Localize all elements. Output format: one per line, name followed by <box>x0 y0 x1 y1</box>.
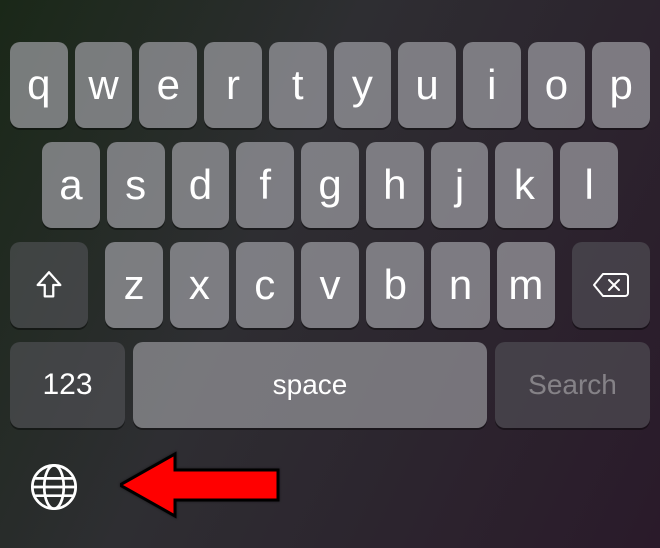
key-d[interactable]: d <box>172 142 230 228</box>
key-k[interactable]: k <box>495 142 553 228</box>
shift-icon <box>32 268 66 302</box>
key-v[interactable]: v <box>301 242 359 328</box>
arrow-left-icon <box>120 450 280 520</box>
key-z[interactable]: z <box>105 242 163 328</box>
key-j[interactable]: j <box>431 142 489 228</box>
globe-icon <box>28 461 80 513</box>
globe-key[interactable] <box>28 461 80 513</box>
key-s[interactable]: s <box>107 142 165 228</box>
key-a[interactable]: a <box>42 142 100 228</box>
keyboard-row-3: z x c v b n m <box>10 242 650 328</box>
key-m[interactable]: m <box>497 242 555 328</box>
space-key[interactable]: space <box>133 342 487 428</box>
key-l[interactable]: l <box>560 142 618 228</box>
keyboard-row-1: q w e r t y u i o p <box>10 42 650 128</box>
key-r[interactable]: r <box>204 42 262 128</box>
numbers-label: 123 <box>42 368 92 402</box>
key-e[interactable]: e <box>139 42 197 128</box>
annotation-arrow <box>120 450 280 520</box>
key-p[interactable]: p <box>592 42 650 128</box>
key-o[interactable]: o <box>528 42 586 128</box>
key-n[interactable]: n <box>431 242 489 328</box>
search-label: Search <box>528 369 617 401</box>
keyboard-row-2: a s d f g h j k l <box>10 142 650 228</box>
key-t[interactable]: t <box>269 42 327 128</box>
backspace-icon <box>591 270 631 300</box>
search-key[interactable]: Search <box>495 342 650 428</box>
shift-key[interactable] <box>10 242 88 328</box>
keyboard-row-4: 123 space Search <box>10 342 650 428</box>
key-c[interactable]: c <box>236 242 294 328</box>
key-h[interactable]: h <box>366 142 424 228</box>
key-b[interactable]: b <box>366 242 424 328</box>
numbers-key[interactable]: 123 <box>10 342 125 428</box>
key-y[interactable]: y <box>334 42 392 128</box>
ios-keyboard: q w e r t y u i o p a s d f g h j k l z … <box>10 42 650 428</box>
key-g[interactable]: g <box>301 142 359 228</box>
key-i[interactable]: i <box>463 42 521 128</box>
backspace-key[interactable] <box>572 242 650 328</box>
key-x[interactable]: x <box>170 242 228 328</box>
key-u[interactable]: u <box>398 42 456 128</box>
space-label: space <box>273 369 348 401</box>
key-q[interactable]: q <box>10 42 68 128</box>
key-f[interactable]: f <box>236 142 294 228</box>
key-w[interactable]: w <box>75 42 133 128</box>
